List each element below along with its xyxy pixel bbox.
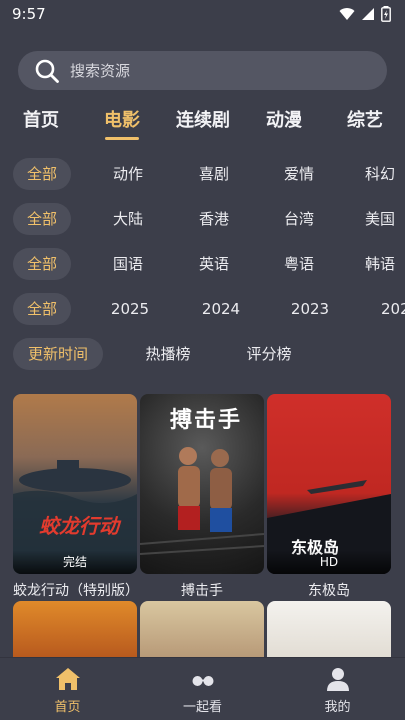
nav-watch-together-label: 一起看 [182, 700, 222, 715]
movie-title: 蛟龙行动（特别版） [13, 583, 137, 599]
nav-home-label: 首页 [54, 700, 81, 715]
status-icons [339, 6, 391, 22]
movie-poster[interactable]: 东极岛 HD [267, 394, 391, 574]
poster-art-text: 搏击手 [170, 408, 243, 433]
sort-latest-update[interactable]: 更新时间 [13, 338, 103, 370]
filter-genre-all[interactable]: 全部 [13, 158, 71, 190]
movie-card[interactable] [13, 601, 137, 657]
filter-genre-romance[interactable]: 爱情 [279, 158, 319, 190]
filter-genre-scifi[interactable]: 科幻 [365, 158, 405, 190]
filter-year-2024[interactable]: 2024 [199, 293, 243, 325]
filter-region-mainland[interactable]: 大陆 [108, 203, 148, 235]
filter-row-genre: 全部 动作 喜剧 爱情 科幻 [0, 158, 405, 190]
filter-genre-comedy[interactable]: 喜剧 [194, 158, 234, 190]
nav-home[interactable]: 首页 [18, 658, 118, 720]
filter-row-sort: 更新时间 热播榜 评分榜 [0, 338, 405, 370]
filter-year-all[interactable]: 全部 [13, 293, 71, 325]
tab-home[interactable]: 首页 [22, 108, 60, 142]
movie-card[interactable] [140, 601, 264, 657]
status-time: 9:57 [12, 5, 46, 23]
filter-language-mandarin[interactable]: 国语 [108, 248, 148, 280]
glasses-icon [192, 676, 213, 686]
user-icon [326, 668, 349, 691]
signal-icon [362, 8, 374, 20]
status-bar: 9:57 [0, 0, 405, 28]
tab-series[interactable]: 连续剧 [175, 108, 231, 142]
movie-poster[interactable] [267, 601, 391, 657]
movie-card[interactable]: 蛟龙行动 完结 蛟龙行动（特别版） [13, 394, 137, 600]
search-input[interactable]: 搜索资源 [18, 51, 387, 90]
movie-poster[interactable] [140, 601, 264, 657]
movie-poster[interactable] [13, 601, 137, 657]
filter-region-usa[interactable]: 美国 [365, 203, 405, 235]
submarine-art [13, 460, 137, 574]
movie-card[interactable]: 东极岛 HD 东极岛 [267, 394, 391, 600]
poster-badge: 完结 [13, 550, 137, 574]
nav-mine[interactable]: 我的 [288, 658, 388, 720]
filter-year-2023[interactable]: 2023 [288, 293, 332, 325]
sort-hot-ranking[interactable]: 热播榜 [138, 338, 198, 370]
tab-movies[interactable]: 电影 [103, 108, 141, 142]
tab-anime[interactable]: 动漫 [265, 108, 303, 142]
home-icon [55, 668, 80, 690]
nav-mine-label: 我的 [324, 700, 351, 715]
movie-card[interactable]: 搏击手 搏击手 [140, 394, 264, 600]
nav-watch-together[interactable]: 一起看 [153, 658, 253, 720]
movie-title: 东极岛 [308, 583, 350, 599]
filter-language-cantonese[interactable]: 粤语 [279, 248, 319, 280]
movie-poster[interactable]: 搏击手 [140, 394, 264, 574]
movie-card[interactable] [267, 601, 391, 657]
search-placeholder: 搜索资源 [70, 62, 131, 80]
filter-year-2022[interactable]: 2022 [381, 293, 405, 325]
filter-year-2025[interactable]: 2025 [108, 293, 152, 325]
sort-rating-ranking[interactable]: 评分榜 [239, 338, 299, 370]
wifi-icon [339, 8, 355, 20]
tab-variety[interactable]: 综艺 [346, 108, 384, 142]
poster-art-text: 蛟龙行动 [39, 514, 119, 538]
filter-row-region: 全部 大陆 香港 台湾 美国 [0, 203, 405, 235]
filter-language-english[interactable]: 英语 [194, 248, 234, 280]
filter-language-all[interactable]: 全部 [13, 248, 71, 280]
category-tabs: 首页 电影 连续剧 动漫 综艺 [0, 108, 405, 142]
filter-region-hongkong[interactable]: 香港 [194, 203, 234, 235]
filter-region-all[interactable]: 全部 [13, 203, 71, 235]
search-icon [35, 59, 59, 83]
poster-badge: HD [267, 550, 391, 574]
battery-icon [381, 6, 391, 22]
filter-row-language: 全部 国语 英语 粤语 韩语 [0, 248, 405, 280]
filter-row-year: 全部 2025 2024 2023 2022 [0, 293, 405, 325]
filter-language-korean[interactable]: 韩语 [365, 248, 405, 280]
bottom-nav: 首页 一起看 我的 [0, 657, 405, 720]
filter-region-taiwan[interactable]: 台湾 [279, 203, 319, 235]
filter-genre-action[interactable]: 动作 [108, 158, 148, 190]
movie-title: 搏击手 [181, 583, 223, 599]
movie-poster[interactable]: 蛟龙行动 完结 [13, 394, 137, 574]
